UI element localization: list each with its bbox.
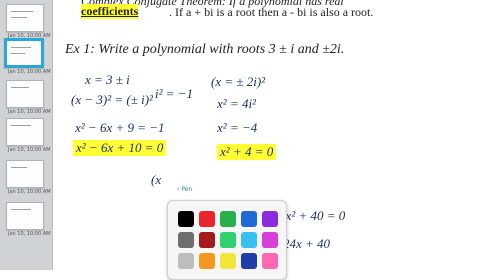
handwriting-line: (x − 3)² = (± i)²	[71, 92, 153, 107]
slide-thumbnail-4[interactable]	[6, 118, 44, 146]
color-swatch[interactable]	[220, 211, 236, 227]
slide-label-5: Jan 10, 10:00 AM	[8, 189, 51, 195]
coefficients-highlight: coefficients	[81, 4, 139, 19]
slide-label-3: Jan 10, 10:00 AM	[8, 109, 51, 115]
slide-thumbnail-3[interactable]	[6, 80, 44, 108]
slide-thumbnail-6[interactable]	[6, 202, 44, 230]
color-swatch[interactable]	[178, 253, 194, 269]
slide-label-6: Jan 10, 10:00 AM	[8, 231, 51, 237]
color-swatch[interactable]	[262, 232, 278, 248]
handwriting-line: i² = −1	[155, 86, 194, 101]
slide-label-4: Jan 10, 10:00 AM	[8, 147, 51, 153]
color-swatch[interactable]	[199, 211, 215, 227]
slide-sidebar: Jan 10, 10:00 AM Jan 10, 10:00 AM Jan 10…	[0, 0, 53, 270]
palette-back-button[interactable]: ‹ Pen	[177, 186, 192, 193]
handwriting-line: x² = −4	[217, 120, 258, 135]
color-swatch[interactable]	[241, 232, 257, 248]
slide-label-2: Jan 10, 10:00 AM	[8, 69, 51, 75]
color-swatch[interactable]	[178, 211, 194, 227]
handwriting-highlighted: x² − 6x + 10 = 0	[73, 140, 167, 156]
color-swatch[interactable]	[241, 253, 257, 269]
color-swatch[interactable]	[199, 232, 215, 248]
color-swatch[interactable]	[262, 253, 278, 269]
example-title: Ex 1: Write a polynomial with roots 3 ± …	[65, 42, 345, 57]
color-swatch[interactable]	[241, 211, 257, 227]
color-swatch[interactable]	[220, 253, 236, 269]
color-swatch[interactable]	[262, 211, 278, 227]
handwriting-line: x² − 6x + 9 = −1	[75, 120, 165, 135]
handwriting-line: (x = ± 2i)²	[211, 74, 266, 89]
slide-thumbnail-1[interactable]	[6, 4, 44, 32]
handwriting-line: x = 3 ± i	[85, 72, 130, 87]
theorem-rule: . If a + bi is a root then a - bi is als…	[169, 5, 374, 19]
color-swatch[interactable]	[178, 232, 194, 248]
slide-thumbnail-5[interactable]	[6, 160, 44, 188]
color-swatch[interactable]	[220, 232, 236, 248]
handwriting-line: x² = 4i²	[217, 96, 256, 111]
slide-thumbnail-2[interactable]	[4, 38, 44, 68]
handwriting-highlighted: x² + 4 = 0	[217, 144, 277, 160]
color-swatch[interactable]	[199, 253, 215, 269]
handwriting-line: (x	[151, 172, 162, 187]
note-page[interactable]: Complex Conjugate Theorem: If a polynomi…	[53, 0, 480, 280]
color-palette	[167, 200, 287, 280]
palette-back-label: Pen	[181, 186, 193, 193]
